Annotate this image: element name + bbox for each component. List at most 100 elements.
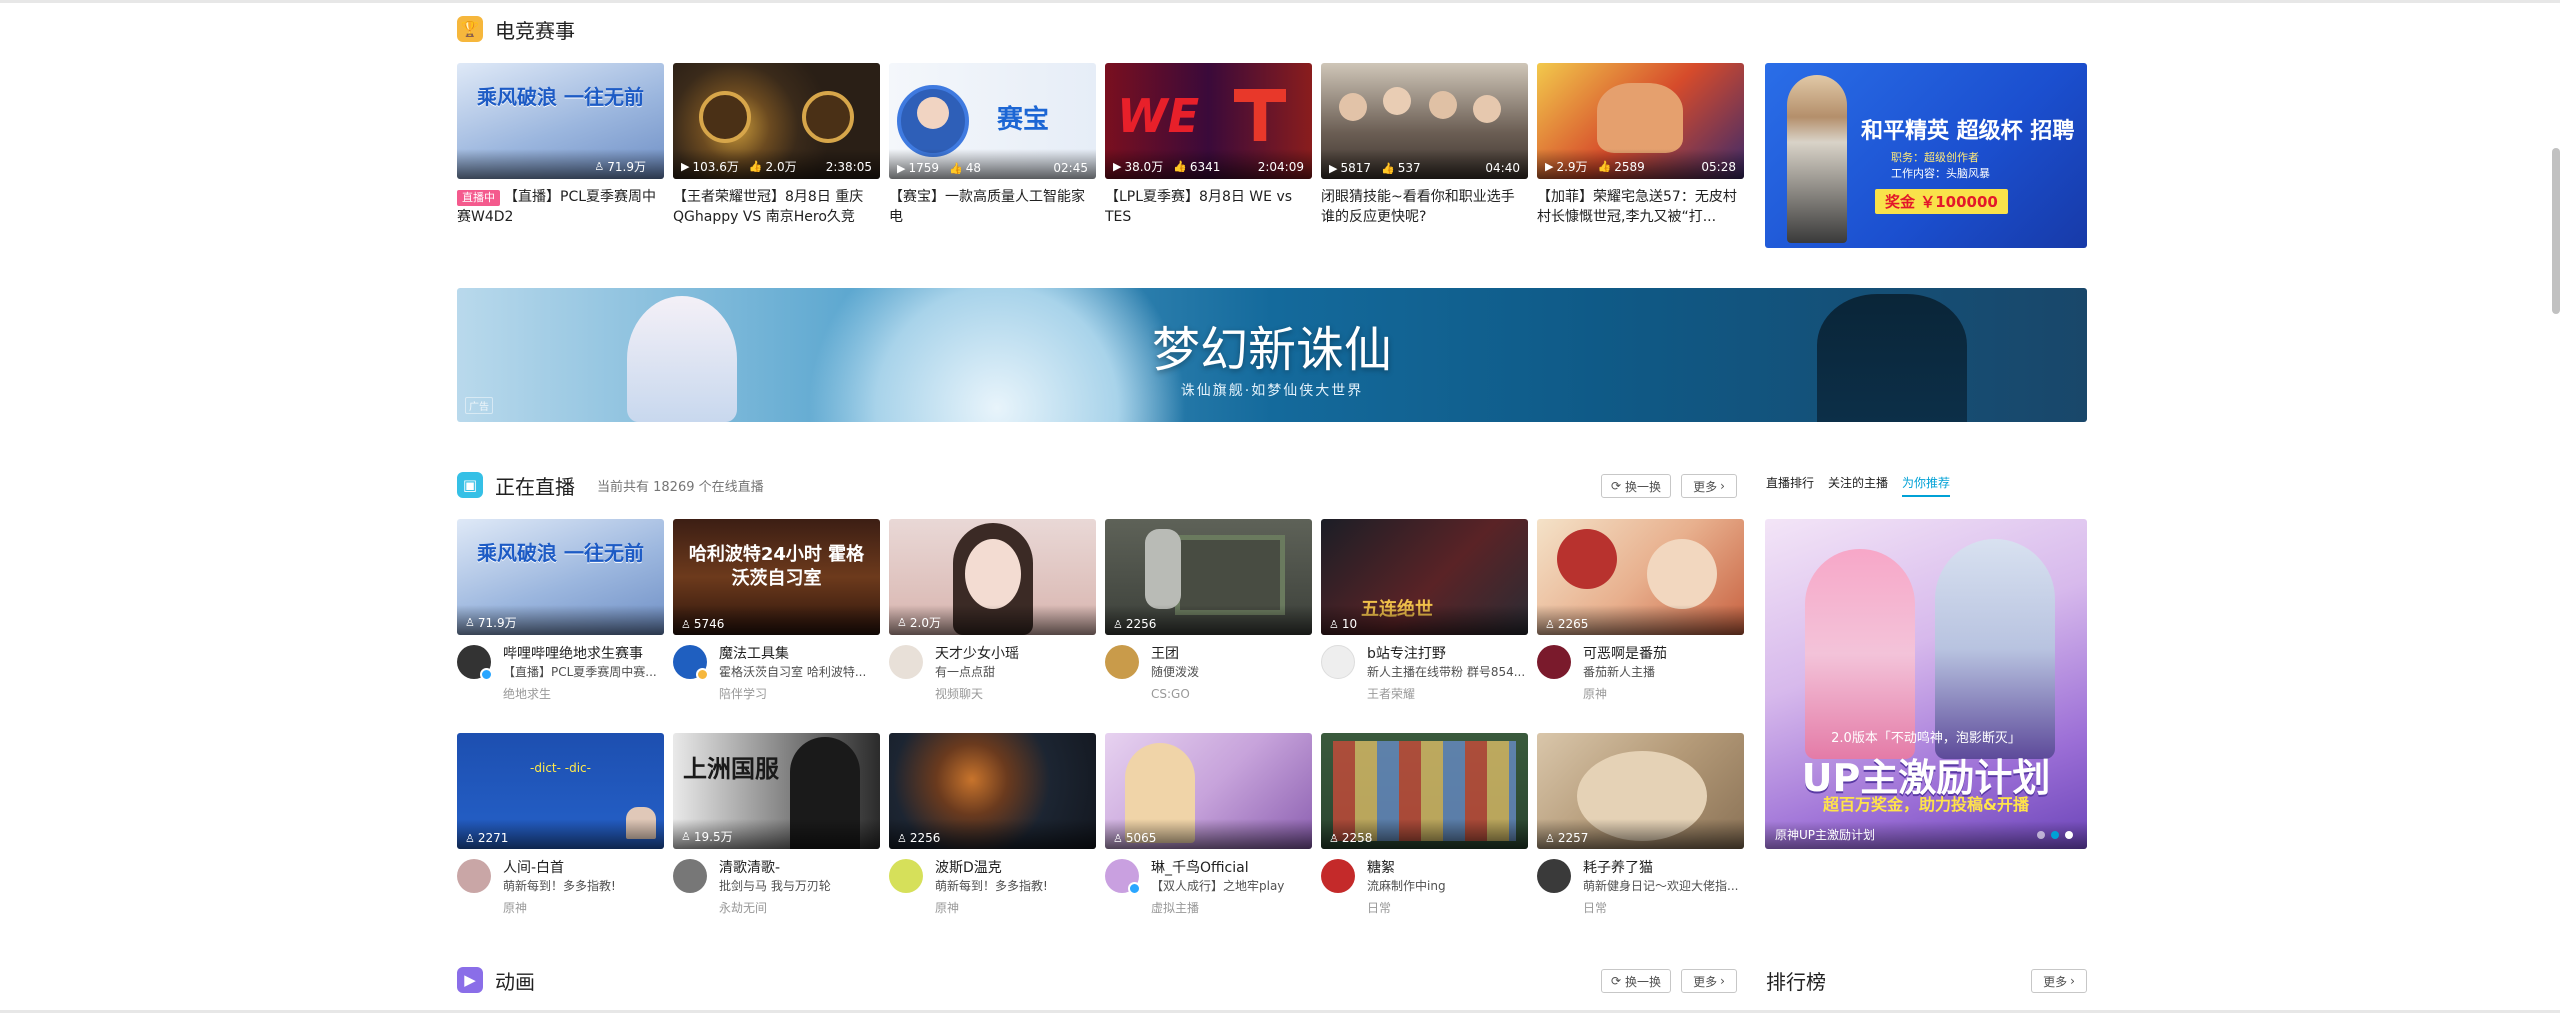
stream-category[interactable]: 原神 [1583,685,1743,703]
streamer-name[interactable]: b站专注打野 [1367,645,1527,663]
stream-title[interactable]: 萌新每到！多多指教! [935,877,1095,895]
stream-title[interactable]: 萌新每到！多多指教! [503,877,663,895]
live-title[interactable]: 正在直播 [495,471,575,500]
esports-card[interactable]: ▶ 5817 👍 537 04:40 闭眼猜技能~看看你和职业选手谁的反应更快呢? [1321,63,1528,227]
live-card[interactable]: 哈利波特24小时 霍格沃茨自习室 ♙ 5746 魔法工具集 霍格沃茨自习室 哈利波… [673,519,880,703]
stream-category[interactable]: 陪伴学习 [719,685,879,703]
stream-category[interactable]: 日常 [1367,899,1527,917]
carousel-dot[interactable] [2037,831,2045,839]
live-card[interactable]: 上洲国服 ♙ 19.5万 清歌清歌- 批剑与马 我与万刃轮 永劫无间 [673,733,880,917]
more-button[interactable]: 更多 › [1681,474,1737,498]
live-thumbnail[interactable]: 乘风破浪 一往无前 ♙ 71.9万 [457,519,664,635]
esports-card[interactable]: 乘风破浪 一往无前 ♙ 71.9万 直播中 【直播】PCL夏季赛周中赛W4D2 [457,63,664,227]
esports-card[interactable]: 赛宝 ▶ 1759 👍 48 02:45 【赛宝】一款高质量人工智能家电 [889,63,1096,227]
live-card[interactable]: ♙ 2256 波斯D温克 萌新每到！多多指教! 原神 [889,733,1096,917]
stream-title[interactable]: 萌新健身日记～欢迎大佬指... [1583,877,1743,895]
stream-category[interactable]: CS:GO [1151,685,1311,703]
video-thumbnail[interactable]: ▶ 5817 👍 537 04:40 [1321,63,1528,179]
stream-category[interactable]: 日常 [1583,899,1743,917]
live-thumbnail[interactable]: 五连绝世 ♙10 [1321,519,1528,635]
streamer-name[interactable]: 可恶啊是番茄 [1583,645,1743,663]
video-title[interactable]: 【王者荣耀世冠】8月8日 重庆QGhappy VS 南京Hero久竞 [673,187,880,227]
carousel-dots[interactable] [2031,831,2073,839]
ranking-title[interactable]: 排行榜 [1766,966,1826,995]
ranking-more-button[interactable]: 更多 › [2031,969,2087,993]
live-card[interactable]: -dict- -dic- ♙ 2271 人间-白首 萌新每到！多多指教! 原神 [457,733,664,917]
streamer-name[interactable]: 琳_千鸟Official [1151,859,1311,877]
stream-title[interactable]: 番茄新人主播 [1583,663,1743,681]
live-card[interactable]: 乘风破浪 一往无前 ♙ 71.9万 哔哩哔哩绝地求生赛事 【直播】PCL夏季赛周中… [457,519,664,703]
tab-recommended[interactable]: 为你推荐 [1902,474,1951,497]
avatar[interactable] [457,645,493,681]
streamer-name[interactable]: 哔哩哔哩绝地求生赛事 [503,645,663,663]
live-card[interactable]: ♙ 2258 糖絮 流麻制作中ing 日常 [1321,733,1528,917]
video-thumbnail[interactable]: ▶ 2.9万 👍 2589 05:28 [1537,63,1744,179]
stream-title[interactable]: 霍格沃茨自习室 哈利波特... [719,663,879,681]
video-title[interactable]: 闭眼猜技能~看看你和职业选手谁的反应更快呢? [1321,187,1528,227]
video-thumbnail[interactable]: WE ▶ 38.0万 👍 6341 2:04:09 [1105,63,1312,179]
live-thumbnail[interactable]: ♙ 2257 [1537,733,1744,849]
live-card[interactable]: ♙ 2256 王团 随便泼泼 CS:GO [1105,519,1312,703]
avatar[interactable] [1321,645,1355,679]
stream-category[interactable]: 原神 [935,899,1095,917]
tab-live-ranking[interactable]: 直播排行 [1766,474,1814,497]
carousel-dot[interactable] [2065,831,2073,839]
live-card[interactable]: ♙ 2265 可恶啊是番茄 番茄新人主播 原神 [1537,519,1744,703]
stream-title[interactable]: 【双人成行】之地牢play [1151,877,1311,895]
live-card[interactable]: ♙ 5065 琳_千鸟Official 【双人成行】之地牢play 虚拟主播 [1105,733,1312,917]
stream-category[interactable]: 王者荣耀 [1367,685,1527,703]
streamer-name[interactable]: 王团 [1151,645,1311,663]
promo-banner[interactable]: 和平精英 超级杯 招聘 职务：超级创作者 工作内容：头脑风暴 奖金 ￥10000… [1765,63,2087,248]
more-button[interactable]: 更多 › [1681,969,1737,993]
avatar[interactable] [1105,859,1141,895]
streamer-name[interactable]: 耗子养了猫 [1583,859,1743,877]
avatar[interactable] [889,859,923,893]
stream-category[interactable]: 永劫无间 [719,899,879,917]
promo-banner[interactable]: 2.0版本「不动鸣神，泡影断灭」 UP主激励计划 超百万奖金，助力投稿&开播 原… [1765,519,2087,849]
streamer-name[interactable]: 清歌清歌- [719,859,879,877]
tab-following[interactable]: 关注的主播 [1828,474,1888,497]
avatar[interactable] [1321,859,1355,893]
streamer-name[interactable]: 魔法工具集 [719,645,879,663]
video-title[interactable]: 【赛宝】一款高质量人工智能家电 [889,187,1096,227]
refresh-button[interactable]: ⟳ 换一换 [1601,969,1671,993]
streamer-name[interactable]: 天才少女小瑶 [935,645,1095,663]
stream-title[interactable]: 有一点点甜 [935,663,1095,681]
live-thumbnail[interactable]: ♙ 2258 [1321,733,1528,849]
streamer-name[interactable]: 人间-白首 [503,859,663,877]
esports-card[interactable]: ▶ 2.9万 👍 2589 05:28 【加菲】荣耀宅急送57：无皮村村长慷慨世冠,… [1537,63,1744,227]
esports-card[interactable]: WE ▶ 38.0万 👍 6341 2:04:09 【LPL夏季赛】8月8日 WE … [1105,63,1312,227]
stream-category[interactable]: 原神 [503,899,663,917]
live-thumbnail[interactable]: ♙ 2265 [1537,519,1744,635]
video-thumbnail[interactable]: ▶ 103.6万 👍 2.0万 2:38:05 [673,63,880,179]
esports-title[interactable]: 电竞赛事 [495,15,575,44]
avatar[interactable] [457,859,491,893]
video-thumbnail[interactable]: 赛宝 ▶ 1759 👍 48 02:45 [889,63,1096,179]
stream-category[interactable]: 视频聊天 [935,685,1095,703]
stream-category[interactable]: 虚拟主播 [1151,899,1311,917]
video-title[interactable]: 【LPL夏季赛】8月8日 WE vs TES [1105,187,1312,227]
carousel-dot[interactable] [2051,831,2059,839]
anime-title[interactable]: 动画 [495,966,535,995]
live-thumbnail[interactable]: 上洲国服 ♙ 19.5万 [673,733,880,849]
refresh-button[interactable]: ⟳ 换一换 [1601,474,1671,498]
stream-title[interactable]: 流麻制作中ing [1367,877,1527,895]
stream-category[interactable]: 绝地求生 [503,685,663,703]
avatar[interactable] [1105,645,1139,679]
live-thumbnail[interactable]: ♙ 2256 [1105,519,1312,635]
live-thumbnail[interactable]: ♙ 5065 [1105,733,1312,849]
live-thumbnail[interactable]: 哈利波特24小时 霍格沃茨自习室 ♙ 5746 [673,519,880,635]
video-title[interactable]: 【加菲】荣耀宅急送57：无皮村村长慷慨世冠,李九又被“打... [1537,187,1744,227]
live-card[interactable]: ♙ 2257 耗子养了猫 萌新健身日记～欢迎大佬指... 日常 [1537,733,1744,917]
avatar[interactable] [1537,859,1571,893]
stream-title[interactable]: 随便泼泼 [1151,663,1311,681]
live-card[interactable]: 五连绝世 ♙10 b站专注打野 新人主播在线带粉 群号854... 王者荣耀 [1321,519,1528,703]
video-thumbnail[interactable]: 乘风破浪 一往无前 ♙ 71.9万 [457,63,664,179]
stream-title[interactable]: 【直播】PCL夏季赛周中赛... [503,663,663,681]
avatar[interactable] [673,645,709,681]
ad-banner[interactable]: 梦幻新诛仙 诛仙旗舰·如梦仙侠大世界 广告 [457,288,2087,422]
avatar[interactable] [889,645,923,679]
live-thumbnail[interactable]: -dict- -dic- ♙ 2271 [457,733,664,849]
esports-card[interactable]: ▶ 103.6万 👍 2.0万 2:38:05 【王者荣耀世冠】8月8日 重庆QGh… [673,63,880,227]
stream-title[interactable]: 新人主播在线带粉 群号854... [1367,663,1527,681]
